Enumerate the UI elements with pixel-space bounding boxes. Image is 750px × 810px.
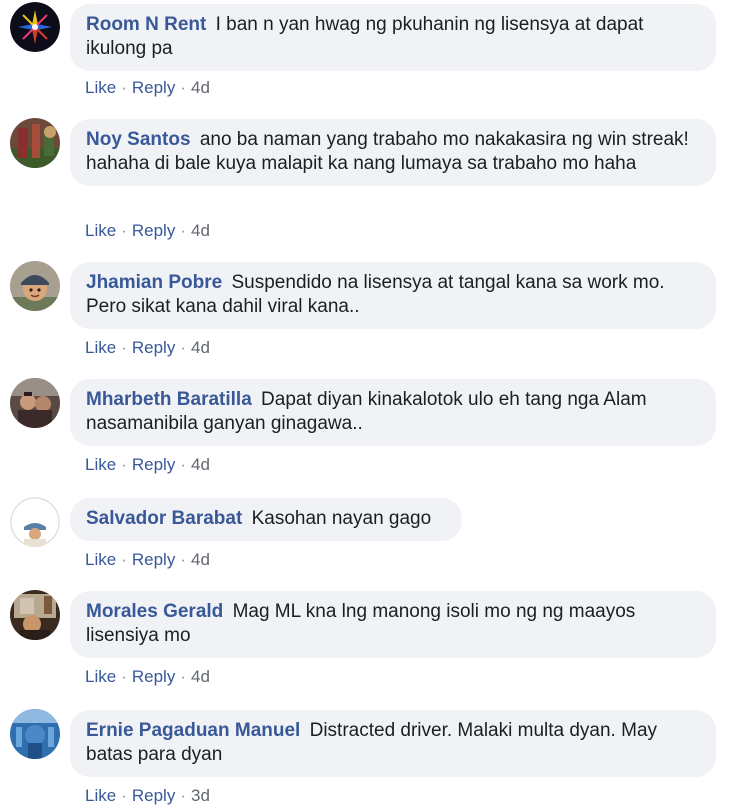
comment-actions: Like · Reply · 4d — [85, 221, 210, 241]
reply-link[interactable]: Reply — [132, 221, 175, 240]
user-photo-avatar-icon — [10, 497, 60, 547]
user-photo-avatar-icon — [10, 378, 60, 428]
reply-link[interactable]: Reply — [132, 786, 175, 805]
separator-dot: · — [180, 221, 186, 240]
comment-bubble: Salvador Barabat Kasohan nayan gago — [70, 498, 462, 541]
reply-link[interactable]: Reply — [132, 667, 175, 686]
comment-timestamp[interactable]: 4d — [191, 78, 210, 97]
comment-bubble: Jhamian Pobre Suspendido na lisensya at … — [70, 262, 716, 329]
avatar[interactable] — [10, 378, 60, 428]
like-link[interactable]: Like — [85, 221, 116, 240]
comment-bubble: Morales Gerald Mag ML kna lng manong iso… — [70, 591, 716, 658]
comment-author[interactable]: Jhamian Pobre — [86, 272, 222, 293]
reply-link[interactable]: Reply — [132, 338, 175, 357]
reply-link[interactable]: Reply — [132, 550, 175, 569]
separator-dot: · — [180, 338, 186, 357]
separator-dot: · — [121, 667, 127, 686]
separator-dot: · — [180, 550, 186, 569]
user-photo-avatar-icon — [10, 118, 60, 168]
comment-actions: Like · Reply · 3d — [85, 786, 210, 806]
separator-dot: · — [180, 786, 186, 805]
comment-actions: Like · Reply · 4d — [85, 338, 210, 358]
avatar[interactable] — [10, 590, 60, 640]
separator-dot: · — [121, 455, 127, 474]
like-link[interactable]: Like — [85, 455, 116, 474]
avatar[interactable] — [10, 2, 60, 52]
like-link[interactable]: Like — [85, 667, 116, 686]
comment-bubble: Ernie Pagaduan Manuel Distracted driver.… — [70, 710, 716, 777]
comment-actions: Like · Reply · 4d — [85, 667, 210, 687]
comment-author[interactable]: Salvador Barabat — [86, 508, 242, 529]
like-link[interactable]: Like — [85, 786, 116, 805]
avatar[interactable] — [10, 497, 60, 547]
separator-dot: · — [121, 338, 127, 357]
like-link[interactable]: Like — [85, 550, 116, 569]
user-photo-avatar-icon — [10, 709, 60, 759]
avatar[interactable] — [10, 709, 60, 759]
comment-timestamp[interactable]: 3d — [191, 786, 210, 805]
separator-dot: · — [121, 550, 127, 569]
comment-actions: Like · Reply · 4d — [85, 550, 210, 570]
user-photo-avatar-icon — [10, 590, 60, 640]
separator-dot: · — [180, 78, 186, 97]
separator-dot: · — [121, 78, 127, 97]
comment-author[interactable]: Ernie Pagaduan Manuel — [86, 720, 300, 741]
comment-timestamp[interactable]: 4d — [191, 667, 210, 686]
reply-link[interactable]: Reply — [132, 78, 175, 97]
comment-text: Kasohan nayan gago — [251, 508, 432, 529]
separator-dot: · — [121, 221, 127, 240]
avatar[interactable] — [10, 261, 60, 311]
comment-author[interactable]: Noy Santos — [86, 129, 191, 150]
comment-bubble: Room N Rent I ban n yan hwag ng pkuhanin… — [70, 4, 716, 71]
star-compass-logo-icon — [10, 2, 60, 52]
comment-author[interactable]: Room N Rent — [86, 14, 206, 35]
comment-actions: Like · Reply · 4d — [85, 455, 210, 475]
comment-bubble: Noy Santos ano ba naman yang trabaho mo … — [70, 119, 716, 186]
separator-dot: · — [121, 786, 127, 805]
separator-dot: · — [180, 455, 186, 474]
comment-timestamp[interactable]: 4d — [191, 550, 210, 569]
user-photo-avatar-icon — [10, 261, 60, 311]
avatar[interactable] — [10, 118, 60, 168]
reply-link[interactable]: Reply — [132, 455, 175, 474]
comment-actions: Like · Reply · 4d — [85, 78, 210, 98]
comment-timestamp[interactable]: 4d — [191, 221, 210, 240]
comment-author[interactable]: Morales Gerald — [86, 601, 223, 622]
like-link[interactable]: Like — [85, 78, 116, 97]
like-link[interactable]: Like — [85, 338, 116, 357]
comment-bubble: Mharbeth Baratilla Dapat diyan kinakalot… — [70, 379, 716, 446]
comment-timestamp[interactable]: 4d — [191, 455, 210, 474]
separator-dot: · — [180, 667, 186, 686]
comment-author[interactable]: Mharbeth Baratilla — [86, 389, 252, 410]
comment-timestamp[interactable]: 4d — [191, 338, 210, 357]
